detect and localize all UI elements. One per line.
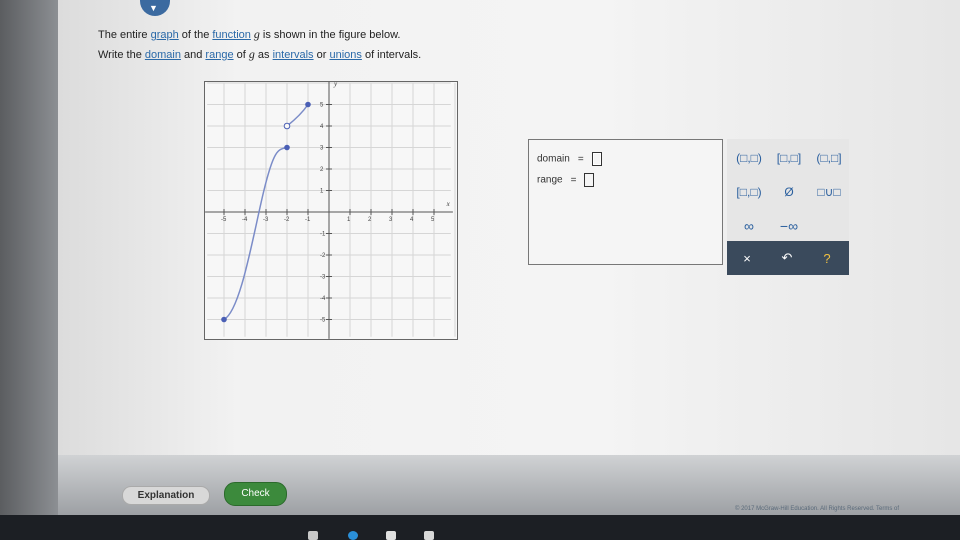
closed-endpoint xyxy=(221,316,227,323)
infinity-button[interactable]: ∞ xyxy=(729,213,769,239)
open-interval-button[interactable]: (□,□) xyxy=(729,145,769,171)
question-text: The entire graph of the function g is sh… xyxy=(98,25,421,65)
x-axis-label: x xyxy=(446,200,451,208)
range-label: range xyxy=(537,174,563,186)
y-tick-label: -2 xyxy=(320,253,326,259)
range-row: range = xyxy=(537,173,595,187)
half-open-right-interval-button[interactable]: [□,□) xyxy=(729,179,769,205)
function-graph: x y -5 -4 -3 -2 -1 1 2 3 4 5 5 4 3 2 1 -1 -2 -3 -4 -5 xyxy=(204,80,458,340)
link-domain[interactable]: domain xyxy=(145,49,181,61)
closed-interval-button[interactable]: [□,□] xyxy=(769,145,809,171)
x-tick-label: -4 xyxy=(242,217,248,223)
palette-footer: × ↶ ? xyxy=(727,241,849,275)
closed-endpoint xyxy=(305,101,311,108)
link-unions[interactable]: unions xyxy=(329,49,361,61)
help-icon[interactable]: ? xyxy=(807,245,847,271)
question-line-1: The entire graph of the function g is sh… xyxy=(98,27,401,41)
link-graph[interactable]: graph xyxy=(151,29,179,41)
x-tick-label: -2 xyxy=(284,217,290,223)
range-input[interactable] xyxy=(584,173,595,187)
answer-box: domain = range = xyxy=(528,139,723,265)
copyright-text: © 2017 McGraw-Hill Education. All Rights… xyxy=(735,506,900,512)
explanation-button[interactable]: Explanation xyxy=(122,486,210,505)
domain-input[interactable] xyxy=(591,152,602,166)
link-function[interactable]: function xyxy=(212,29,251,41)
math-palette: (□,□) [□,□] (□,□] [□,□) Ø □∪□ ∞ −∞ × ↶ ? xyxy=(727,139,849,275)
clear-icon[interactable]: × xyxy=(727,245,767,271)
y-tick-label: -3 xyxy=(320,275,326,281)
x-tick-label: -3 xyxy=(263,217,269,223)
function-curve xyxy=(286,104,309,127)
half-open-left-interval-button[interactable]: (□,□] xyxy=(809,145,849,171)
negative-infinity-button[interactable]: −∞ xyxy=(769,213,809,239)
y-tick-label: 1 xyxy=(320,189,324,195)
chevron-down-icon: ▼ xyxy=(149,3,158,13)
link-intervals[interactable]: intervals xyxy=(273,49,314,61)
y-tick-label: -5 xyxy=(320,318,326,324)
y-tick-label: 5 xyxy=(320,103,324,109)
link-range[interactable]: range xyxy=(205,49,233,61)
domain-label: domain xyxy=(537,153,570,165)
x-tick-label: -5 xyxy=(221,217,227,223)
y-tick-label: 2 xyxy=(320,167,324,173)
open-endpoint xyxy=(283,122,291,130)
domain-row: domain = xyxy=(537,152,602,166)
graph-canvas: xy-5 -4 -3 -2 -1 1 2 3 4 554321-1-2-3-4-5 xyxy=(205,80,456,339)
monitor-bezel xyxy=(0,0,58,540)
union-button[interactable]: □∪□ xyxy=(809,179,849,205)
closed-endpoint xyxy=(284,144,290,151)
mail-icon[interactable] xyxy=(424,531,434,540)
empty-set-button[interactable]: Ø xyxy=(769,179,809,205)
y-tick-label: 4 xyxy=(320,124,324,130)
question-line-2: Write the domain and range of g as inter… xyxy=(98,47,422,61)
browser-icon[interactable] xyxy=(348,531,358,540)
y-tick-label: 3 xyxy=(320,146,324,152)
undo-icon[interactable]: ↶ xyxy=(767,245,807,271)
check-button[interactable]: Check xyxy=(224,482,287,506)
taskbar xyxy=(0,515,960,540)
y-tick-label: -1 xyxy=(320,232,326,238)
x-tick-label: -1 xyxy=(305,217,311,223)
window-icon[interactable] xyxy=(308,531,318,540)
y-tick-label: -4 xyxy=(320,296,326,302)
store-icon[interactable] xyxy=(386,531,396,540)
